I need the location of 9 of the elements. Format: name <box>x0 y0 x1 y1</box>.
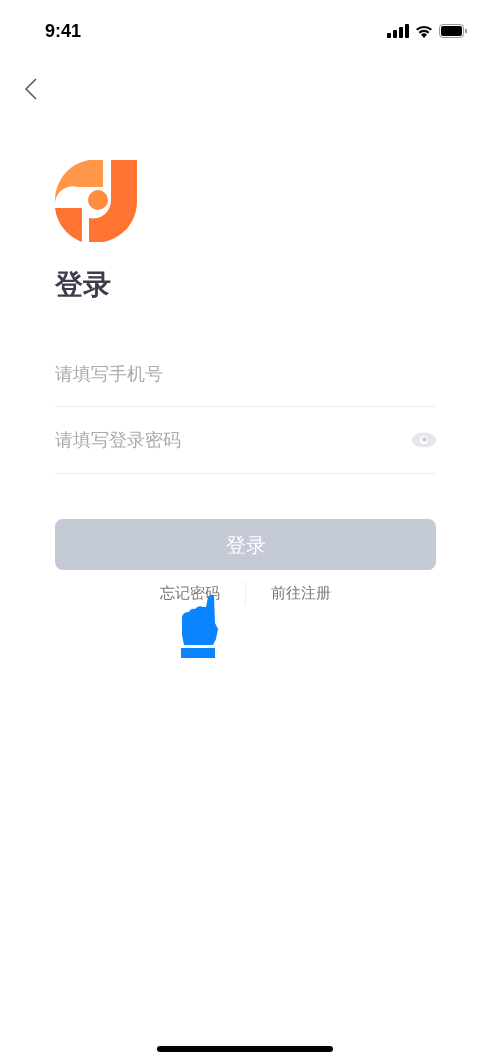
logo-icon <box>55 160 137 242</box>
password-input-field[interactable]: 请填写登录密码 <box>55 426 412 454</box>
page-title: 登录 <box>55 268 112 302</box>
status-time: 9:41 <box>45 19 82 43</box>
battery-icon <box>439 24 467 38</box>
phone-input-field[interactable]: 请填写手机号 <box>55 360 436 388</box>
wifi-icon <box>415 24 433 38</box>
text-link[interactable]: 前往注册 <box>271 581 331 605</box>
signal-icon <box>387 24 409 38</box>
